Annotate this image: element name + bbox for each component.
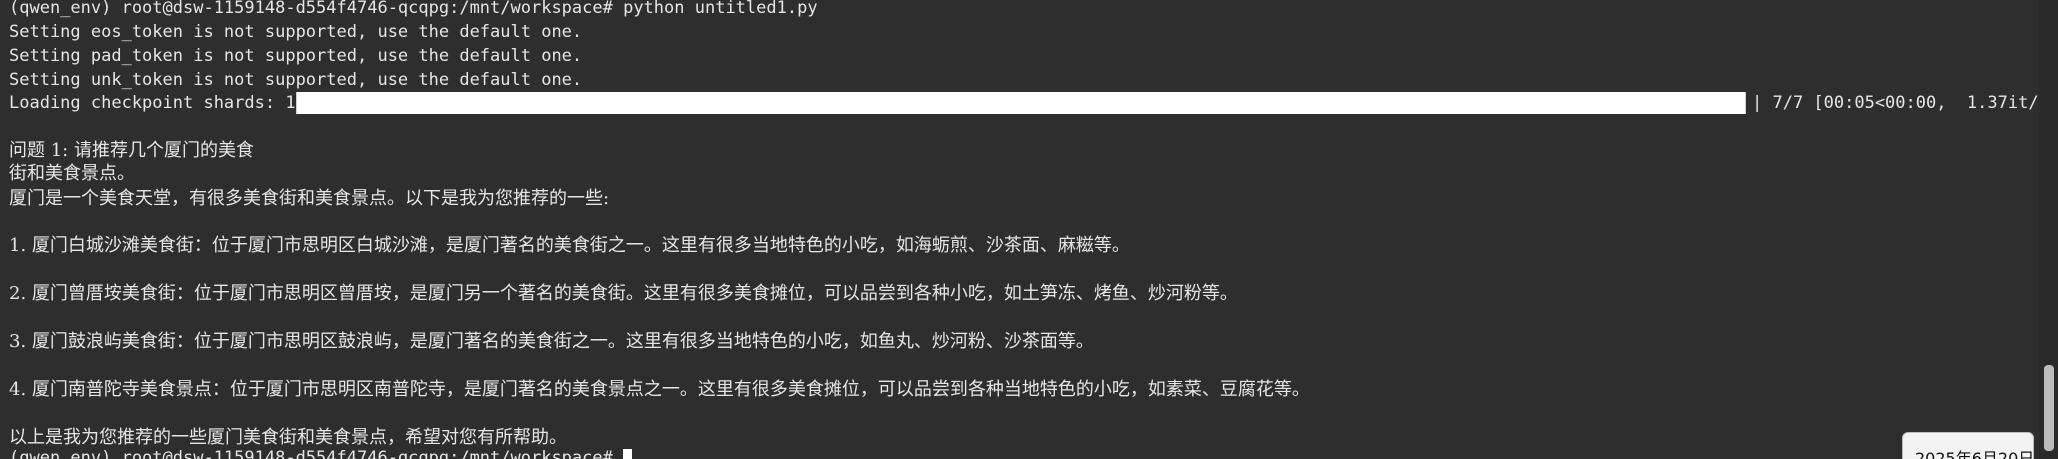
question-line: 问题 1: 请推荐几个厦门的美食 <box>9 140 254 161</box>
progress-bar <box>296 92 1746 114</box>
text-cursor <box>623 449 633 459</box>
progress-stats: | 7/7 [00:05<00:00, 1.37it/s] <box>1752 93 2058 113</box>
next-prompt[interactable]: (qwen_env) root@dsw-1159148-d554f4746-qc… <box>9 447 633 459</box>
answer-item-1: 1. 厦门白城沙滩美食街：位于厦门市思明区白城沙滩，是厦门著名的美食街之一。这里… <box>9 235 1130 256</box>
closing-line: 以上是我为您推荐的一些厦门美食街和美食景点，希望对您有所帮助。 <box>9 427 567 448</box>
continuation-line: 街和美食景点。 <box>9 163 135 184</box>
warning-pad: Setting pad_token is not supported, use … <box>9 46 583 66</box>
answer-item-2: 2. 厦门曾厝垵美食街：位于厦门市思明区曾厝垵，是厦门另一个著名的美食街。这里有… <box>9 283 1238 304</box>
progress-fill <box>297 92 1745 114</box>
scrollbar-thumb[interactable] <box>2044 365 2054 451</box>
warning-unk: Setting unk_token is not supported, use … <box>9 70 583 90</box>
taskbar-date-tooltip: 2025年6月20日 <box>1902 432 2034 459</box>
answer-item-4: 4. 厦门南普陀寺美食景点：位于厦门市思明区南普陀寺，是厦门著名的美食景点之一。… <box>9 379 1310 400</box>
progress-line: Loading checkpoint shards: 100%| | 7/7 [… <box>9 91 2058 115</box>
next-prompt-text: (qwen_env) root@dsw-1159148-d554f4746-qc… <box>9 448 624 459</box>
vertical-scrollbar[interactable] <box>2039 0 2058 459</box>
command-line: (qwen_env) root@dsw-1159148-d554f4746-qc… <box>9 0 818 18</box>
answer-item-3: 3. 厦门鼓浪屿美食街：位于厦门市思明区鼓浪屿，是厦门著名的美食街之一。这里有很… <box>9 331 1094 352</box>
warning-eos: Setting eos_token is not supported, use … <box>9 22 583 42</box>
intro-line: 厦门是一个美食天堂，有很多美食街和美食景点。以下是我为您推荐的一些: <box>9 188 610 209</box>
terminal-window[interactable]: (qwen_env) root@dsw-1159148-d554f4746-qc… <box>0 0 2058 459</box>
progress-label: Loading checkpoint shards: 100%| <box>9 93 337 113</box>
taskbar-date: 2025年6月20日 <box>1915 449 2035 459</box>
